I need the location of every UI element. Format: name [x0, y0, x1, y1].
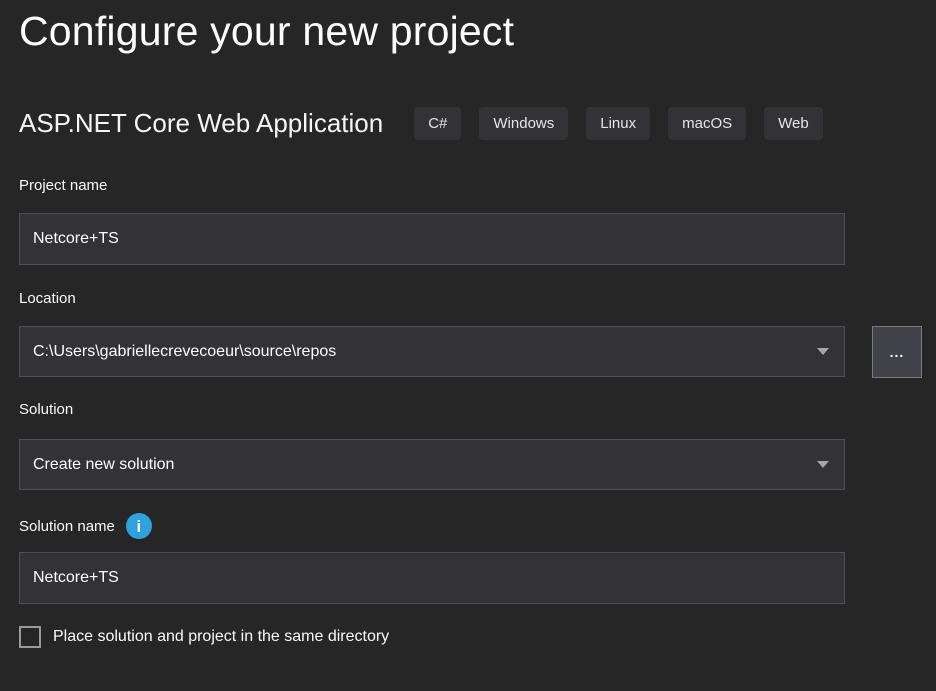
location-combo[interactable]: C:\Users\gabriellecrevecoeur\source\repo…	[19, 326, 845, 377]
chevron-down-icon	[817, 348, 829, 355]
tag-windows: Windows	[479, 107, 568, 140]
location-value: C:\Users\gabriellecrevecoeur\source\repo…	[33, 343, 817, 361]
solution-name-label: Solution name	[19, 518, 115, 535]
info-icon[interactable]: i	[126, 513, 152, 539]
solution-name-input[interactable]	[19, 552, 845, 604]
location-label: Location	[19, 290, 76, 307]
solution-combo[interactable]: Create new solution	[19, 439, 845, 490]
browse-button[interactable]: ...	[872, 326, 922, 378]
page-title: Configure your new project	[19, 8, 514, 55]
solution-name-label-row: Solution name i	[19, 513, 152, 539]
same-directory-label: Place solution and project in the same d…	[53, 628, 389, 646]
project-name-label: Project name	[19, 177, 107, 194]
solution-label: Solution	[19, 401, 73, 418]
tag-macos: macOS	[668, 107, 746, 140]
solution-value: Create new solution	[33, 456, 817, 474]
template-name: ASP.NET Core Web Application	[19, 108, 383, 139]
template-header: ASP.NET Core Web Application C# Windows …	[19, 107, 841, 140]
tag-csharp: C#	[414, 107, 461, 140]
same-directory-option: Place solution and project in the same d…	[19, 626, 389, 648]
same-directory-checkbox[interactable]	[19, 626, 41, 648]
tag-web: Web	[764, 107, 823, 140]
chevron-down-icon	[817, 461, 829, 468]
configure-project-dialog: Configure your new project ASP.NET Core …	[0, 0, 936, 691]
tag-linux: Linux	[586, 107, 650, 140]
project-name-input[interactable]	[19, 213, 845, 265]
